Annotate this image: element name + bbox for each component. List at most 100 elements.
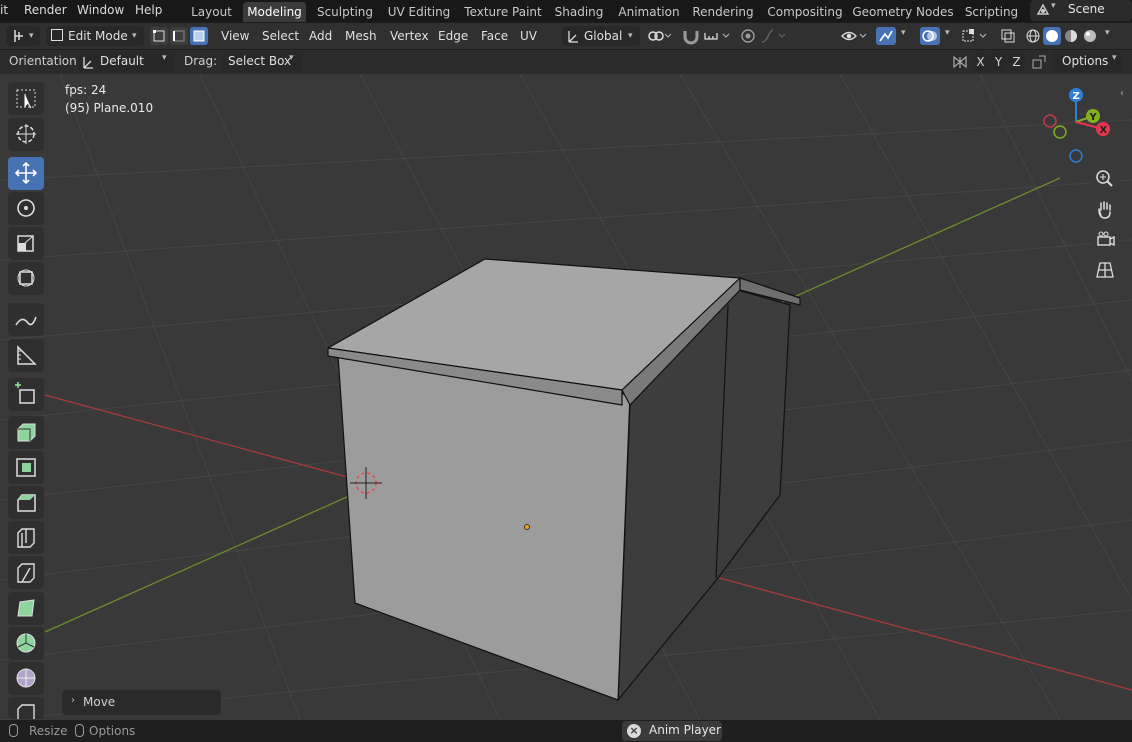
shading-dropdown[interactable]: ▾ [1101,27,1117,45]
xray-toggle-button[interactable] [998,27,1018,45]
move-tool[interactable] [8,157,44,190]
gizmo-neg-z[interactable] [1069,149,1083,163]
perspective-toggle-button[interactable] [1091,256,1119,284]
inset-tool[interactable] [8,451,44,484]
tab-modeling[interactable]: Modeling [243,2,306,22]
drag-dropdown[interactable]: Select Box ▾ [222,52,302,72]
snap-target-dropdown[interactable] [702,27,732,45]
menu-add[interactable]: Add [309,26,332,46]
gizmo-toggle-button[interactable] [876,27,896,45]
select-box-tool[interactable] [8,82,44,115]
knife-tool[interactable] [8,556,44,589]
shading-solid-button[interactable] [1043,27,1061,45]
spin-tool[interactable] [8,627,44,660]
measure-tool[interactable] [8,339,44,372]
tab-geometry-nodes[interactable]: Geometry Nodes [852,2,954,22]
menu-vertex[interactable]: Vertex [390,26,429,46]
add-cube-tool[interactable] [8,378,44,411]
shading-material-button[interactable] [1062,27,1080,45]
viewport-canvas[interactable] [0,74,1132,720]
gizmo-neg-y[interactable] [1053,125,1067,139]
menu-edge[interactable]: Edge [438,26,468,46]
orientation-axes-icon [81,53,95,74]
chevron-down-icon: ▾ [132,31,137,41]
auto-merge-toggle[interactable] [1030,53,1048,71]
navigation-gizmo[interactable]: Z Y X [1038,82,1118,172]
menu-select[interactable]: Select [262,26,299,46]
tab-animation[interactable]: Animation [615,2,683,22]
poly-build-tool[interactable] [8,592,44,625]
visibility-dropdown[interactable] [840,27,870,45]
menu-render[interactable]: Render [24,0,67,22]
gizmo-neg-x[interactable] [1043,114,1057,128]
loop-cut-icon [17,528,35,548]
proportional-falloff-dropdown[interactable] [760,27,790,45]
scene-selector[interactable]: ▾ Scene [1030,0,1132,21]
orientation-label: Orientation: [9,54,81,68]
tab-texture-paint[interactable]: Texture Paint [462,2,544,22]
mirror-z-button[interactable]: Z [1008,53,1025,71]
options-dropdown[interactable]: Options ▾ [1052,52,1122,72]
tab-uv-editing[interactable]: UV Editing [384,2,454,22]
overlays-toggle-button[interactable] [920,27,940,45]
bevel-tool[interactable] [8,486,44,519]
orientation-axes-icon [566,27,580,51]
annotate-tool[interactable] [8,303,44,336]
tab-scripting[interactable]: Scripting [960,2,1023,22]
loop-cut-tool[interactable] [8,521,44,554]
mode-dropdown[interactable]: Edit Mode ▾ [46,26,144,46]
knife-icon [17,563,35,583]
tab-rendering[interactable]: Rendering [690,2,756,22]
mirror-y-button[interactable]: Y [990,53,1007,71]
editor-type-button[interactable]: ▾ [6,26,40,46]
last-operator-panel[interactable]: › Move [62,690,221,715]
shear-tool[interactable] [8,697,44,719]
gizmo-arrow-icon [879,30,893,42]
extrude-tool[interactable] [8,416,44,449]
menu-uv[interactable]: UV [520,26,537,46]
gizmo-dropdown[interactable]: ▾ [897,27,913,45]
falloff-curve-icon [761,29,786,43]
tab-layout[interactable]: Layout [188,2,235,22]
camera-view-button[interactable] [1091,226,1119,254]
mirror-x-button[interactable]: X [972,53,989,71]
extrude-icon [17,423,36,442]
3d-viewport[interactable]: fps: 24 (95) Plane.010 Z Y X ‹ [0,74,1132,720]
mesh-edit-overlays-dropdown[interactable] [960,27,990,45]
menu-window[interactable]: Window [77,0,124,22]
menu-mesh[interactable]: Mesh [345,26,377,46]
anim-player-label: Anim Player [649,723,721,737]
cursor-tool[interactable] [8,118,44,151]
edge-select-button[interactable] [170,27,188,45]
menu-edit[interactable]: it [0,0,8,22]
shading-rendered-button[interactable] [1081,27,1099,45]
smooth-tool[interactable] [8,662,44,695]
scale-tool[interactable] [8,227,44,260]
orientation-dropdown[interactable]: Default ▾ [78,52,174,72]
rotate-tool[interactable] [8,192,44,225]
menu-face[interactable]: Face [481,26,508,46]
tab-compositing[interactable]: Compositing [765,2,845,22]
vertex-select-button[interactable] [150,27,168,45]
sidebar-toggle[interactable]: ‹ [1120,88,1124,99]
zoom-icon [1096,170,1113,187]
tab-sculpting[interactable]: Sculpting [312,2,378,22]
proportional-edit-button[interactable] [739,27,757,45]
tab-shading[interactable]: Shading [551,2,607,22]
transform-tool[interactable] [8,262,44,295]
anim-player-button[interactable]: × Anim Player [622,721,722,741]
face-select-button[interactable] [190,27,208,45]
drag-value: Select Box [228,54,292,68]
zoom-button[interactable] [1091,165,1119,193]
chevron-down-icon: ▾ [29,31,34,41]
viewport-header: ▾ Edit Mode ▾ View Select Add Mesh Verte… [0,23,1132,49]
menu-view[interactable]: View [221,26,249,46]
mirror-toggle[interactable] [951,53,969,71]
snap-toggle-button[interactable] [680,27,702,45]
overlays-dropdown[interactable]: ▾ [941,27,957,45]
pan-button[interactable] [1091,196,1119,224]
transform-orientation-dropdown[interactable]: Global ▾ [562,26,640,46]
menu-help[interactable]: Help [135,0,162,22]
pivot-point-button[interactable] [646,27,672,45]
shading-wireframe-button[interactable] [1024,27,1042,45]
